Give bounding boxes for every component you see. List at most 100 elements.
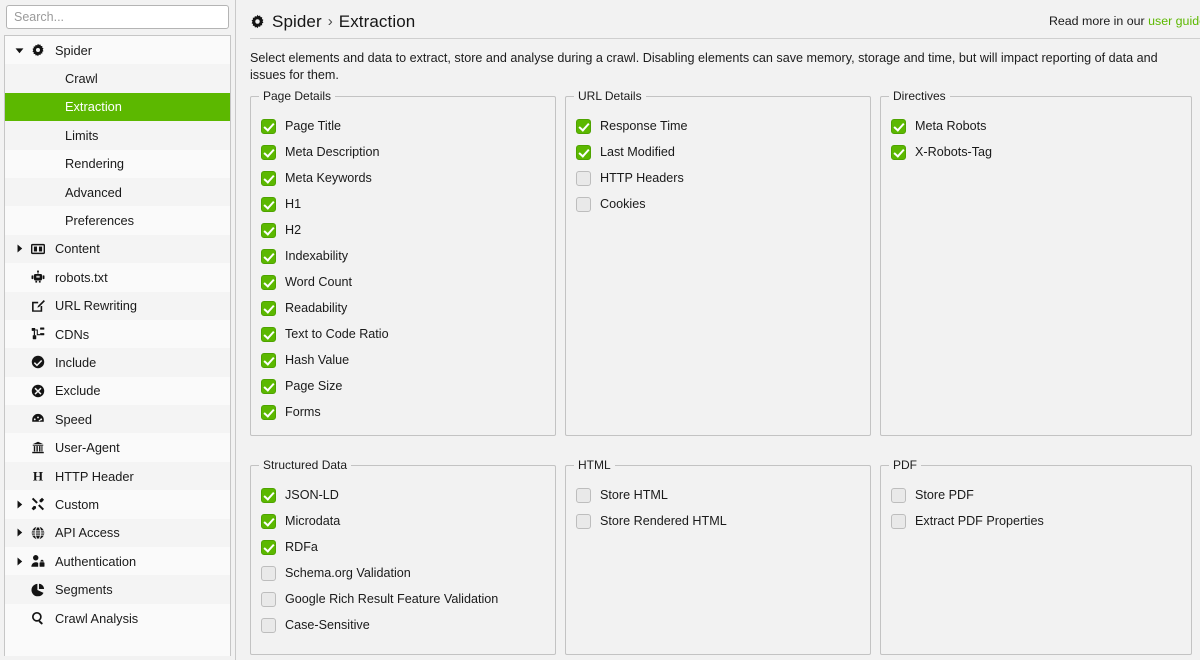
sidebar-item-crawl-analysis[interactable]: Crawl Analysis [5, 603, 230, 633]
checkbox-list-url-details[interactable]: Response Time Last Modified HTTP Headers Co… [576, 113, 860, 217]
checkbox-checked-icon[interactable] [891, 118, 906, 134]
sidebar-item-extraction[interactable]: Extraction [5, 92, 230, 122]
checkbox-row[interactable]: Page Size [261, 373, 545, 399]
breadcrumb-separator: › [327, 13, 333, 30]
checkbox-checked-icon[interactable] [261, 170, 276, 186]
checkbox-checked-icon[interactable] [261, 300, 276, 316]
checkbox-checked-icon[interactable] [261, 144, 276, 160]
checkbox-unchecked-icon[interactable] [891, 487, 906, 503]
gauge-icon [27, 412, 49, 426]
checkbox-list-page-details[interactable]: Page Title Meta Description Meta Keywords H… [261, 113, 545, 425]
chevron-right-icon[interactable] [11, 557, 27, 566]
sidebar-item-user-agent[interactable]: User-Agent [5, 433, 230, 462]
checkbox-checked-icon[interactable] [261, 487, 276, 503]
checkbox-checked-icon[interactable] [576, 118, 591, 134]
checkbox-row[interactable]: Case-Sensitive [261, 612, 545, 638]
checkbox-checked-icon[interactable] [261, 248, 276, 264]
checkbox-row[interactable]: H2 [261, 217, 545, 243]
checkbox-checked-icon[interactable] [261, 118, 276, 134]
checkbox-row[interactable]: Forms [261, 399, 545, 425]
sidebar-item-label: Advanced [65, 184, 122, 200]
checkbox-checked-icon[interactable] [261, 222, 276, 238]
checkbox-row[interactable]: Store PDF [891, 482, 1181, 508]
checkbox-row[interactable]: X-Robots-Tag [891, 139, 1181, 165]
checkbox-row[interactable]: H1 [261, 191, 545, 217]
checkbox-row[interactable]: Meta Description [261, 139, 545, 165]
sidebar-item-advanced[interactable]: Advanced [5, 177, 230, 207]
sidebar-item-rendering[interactable]: Rendering [5, 149, 230, 178]
checkbox-checked-icon[interactable] [576, 144, 591, 160]
checkbox-row[interactable]: JSON-LD [261, 482, 545, 508]
sidebar-item-exclude[interactable]: Exclude [5, 376, 230, 406]
checkbox-checked-icon[interactable] [261, 539, 276, 555]
checkbox-row[interactable]: Page Title [261, 113, 545, 139]
checkbox-list-pdf[interactable]: Store PDF Extract PDF Properties [891, 482, 1181, 534]
checkbox-row[interactable]: Schema.org Validation [261, 560, 545, 586]
checkbox-unchecked-icon[interactable] [891, 513, 906, 529]
checkbox-row[interactable]: Cookies [576, 191, 860, 217]
checkbox-unchecked-icon[interactable] [576, 513, 591, 529]
checkbox-checked-icon[interactable] [891, 144, 906, 160]
sidebar-item-crawl[interactable]: Crawl [5, 64, 230, 93]
checkbox-row[interactable]: Last Modified [576, 139, 860, 165]
checkbox-list-directives[interactable]: Meta Robots X-Robots-Tag [891, 113, 1181, 165]
checkbox-checked-icon[interactable] [261, 378, 276, 394]
checkbox-label: Store HTML [600, 488, 668, 502]
checkbox-checked-icon[interactable] [261, 274, 276, 290]
checkbox-row[interactable]: Text to Code Ratio [261, 321, 545, 347]
checkbox-row[interactable]: Store HTML [576, 482, 860, 508]
checkbox-unchecked-icon[interactable] [576, 170, 591, 186]
sidebar-item-url-rewriting[interactable]: URL Rewriting [5, 291, 230, 320]
checkbox-row[interactable]: Word Count [261, 269, 545, 295]
checkbox-checked-icon[interactable] [261, 513, 276, 529]
chevron-right-icon[interactable] [11, 244, 27, 253]
sidebar-item-segments[interactable]: Segments [5, 575, 230, 604]
sidebar-item-include[interactable]: Include [5, 348, 230, 377]
checkbox-row[interactable]: Extract PDF Properties [891, 508, 1181, 534]
checkbox-row[interactable]: Meta Robots [891, 113, 1181, 139]
settings-tree[interactable]: Spider Crawl Extraction Limits Rendering Adva… [4, 35, 231, 656]
sidebar-item-spider[interactable]: Spider [5, 36, 230, 65]
checkbox-row[interactable]: Store Rendered HTML [576, 508, 860, 534]
sidebar-item-preferences[interactable]: Preferences [5, 206, 230, 235]
checkbox-unchecked-icon[interactable] [576, 487, 591, 503]
checkbox-row[interactable]: RDFa [261, 534, 545, 560]
chevron-down-icon[interactable] [11, 46, 27, 55]
sidebar-item-cdns[interactable]: CDNs [5, 319, 230, 349]
checkbox-row[interactable]: Indexability [261, 243, 545, 269]
chevron-right-icon[interactable] [11, 528, 27, 537]
checkbox-checked-icon[interactable] [261, 404, 276, 420]
checkbox-row[interactable]: Google Rich Result Feature Validation [261, 586, 545, 612]
checkbox-list-html[interactable]: Store HTML Store Rendered HTML [576, 482, 860, 534]
checkbox-checked-icon[interactable] [261, 352, 276, 368]
sidebar-item-http-header[interactable]: H HTTP Header [5, 461, 230, 491]
sidebar-item-authentication[interactable]: Authentication [5, 547, 230, 576]
checkbox-row[interactable]: HTTP Headers [576, 165, 860, 191]
checkbox-checked-icon[interactable] [261, 196, 276, 212]
sidebar-item-content[interactable]: Content [5, 234, 230, 264]
search-input[interactable] [6, 5, 229, 29]
checkbox-unchecked-icon[interactable] [261, 591, 276, 607]
checkbox-unchecked-icon[interactable] [576, 196, 591, 212]
sidebar-item-custom[interactable]: Custom [5, 490, 230, 519]
checkbox-row[interactable]: Hash Value [261, 347, 545, 373]
checkbox-list-structured-data[interactable]: JSON-LD Microdata RDFa Schema.org Validatio… [261, 482, 545, 638]
chevron-right-icon[interactable] [11, 500, 27, 509]
checkbox-label: H1 [285, 197, 302, 211]
checkbox-unchecked-icon[interactable] [261, 617, 276, 633]
checkbox-row[interactable]: Meta Keywords [261, 165, 545, 191]
group-title-structured-data: Structured Data [259, 459, 352, 472]
checkbox-checked-icon[interactable] [261, 326, 276, 342]
sidebar-item-speed[interactable]: Speed [5, 405, 230, 434]
breadcrumb-root[interactable]: Spider [272, 12, 322, 32]
user-guide-link[interactable]: user guide [1148, 14, 1200, 28]
sidebar-item-label: Speed [55, 411, 93, 427]
checkbox-row[interactable]: Response Time [576, 113, 860, 139]
sidebar-item-robots-txt[interactable]: robots.txt [5, 263, 230, 292]
checkbox-row[interactable]: Readability [261, 295, 545, 321]
checkbox-unchecked-icon[interactable] [261, 565, 276, 581]
sidebar-item-limits[interactable]: Limits [5, 121, 230, 150]
sidebar-item-api-access[interactable]: API Access [5, 518, 230, 548]
checkbox-label: Page Size [285, 379, 343, 393]
checkbox-row[interactable]: Microdata [261, 508, 545, 534]
